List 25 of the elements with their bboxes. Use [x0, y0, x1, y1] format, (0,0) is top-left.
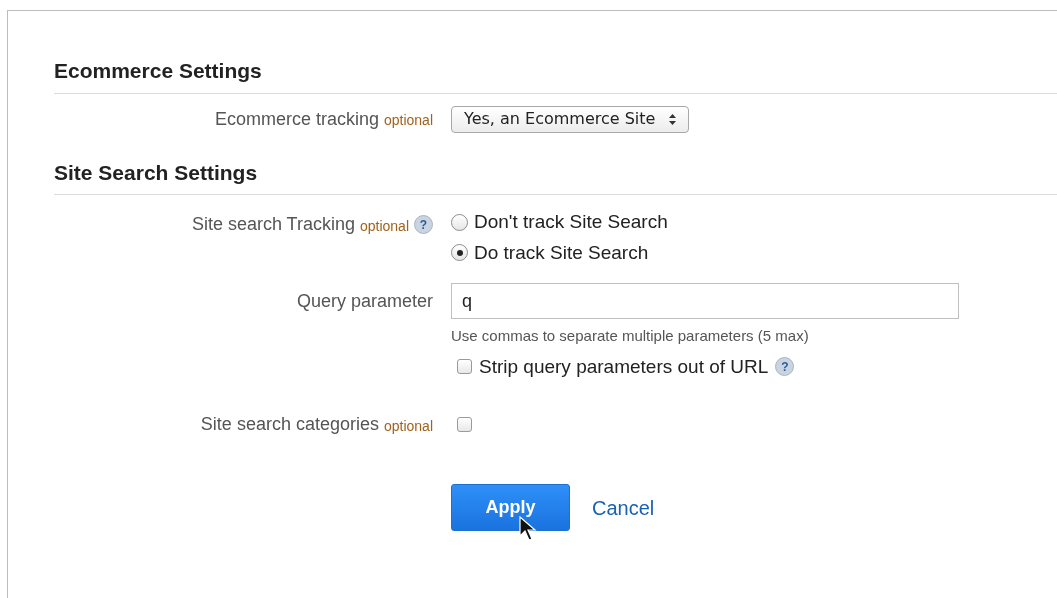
cursor-icon	[519, 516, 537, 542]
radio-label: Do track Site Search	[474, 240, 649, 265]
field-label: Site search categories	[200, 413, 379, 436]
field-label: Ecommerce tracking	[214, 107, 379, 131]
radio-button[interactable]	[451, 244, 468, 262]
query-input[interactable]: q	[451, 283, 959, 319]
hint-text: Use commas to separate multiple parameters (5 max)	[451, 326, 810, 346]
field-label: Site search Tracking	[191, 213, 355, 236]
help-button[interactable]: ?	[414, 215, 433, 234]
field-label: Query parameter	[296, 290, 433, 313]
optional-label: optional	[359, 216, 409, 236]
optional-label: optional	[383, 416, 433, 436]
help-button[interactable]: ?	[775, 357, 795, 377]
radio-button[interactable]	[451, 213, 468, 231]
updown-icon	[669, 113, 677, 125]
section-heading: Ecommerce Settings	[54, 58, 263, 84]
checkbox[interactable]	[457, 417, 472, 432]
section-heading: Site Search Settings	[54, 159, 259, 186]
optional-label: optional	[383, 111, 433, 130]
cancel-link[interactable]: Cancel	[592, 492, 655, 523]
checkbox[interactable]	[457, 359, 472, 375]
tracking-select[interactable]: Yes, an Ecommerce Site	[451, 105, 690, 133]
apply-button[interactable]: Apply	[451, 484, 570, 531]
radio-label: Don't track Site Search	[474, 210, 668, 234]
checkbox-label: Strip query parameters out of URL	[479, 354, 769, 379]
